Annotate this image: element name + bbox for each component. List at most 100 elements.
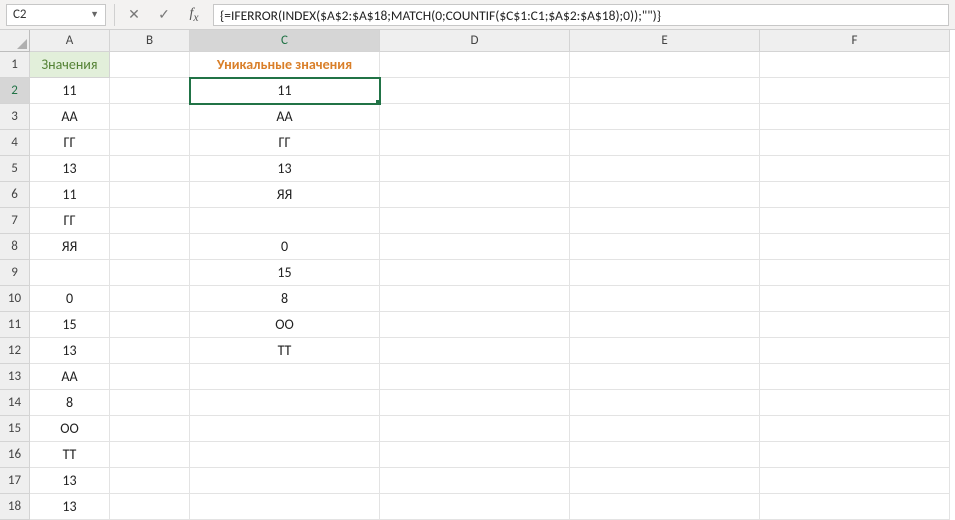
cell-D3[interactable] [380, 104, 570, 130]
cell-B6[interactable] [110, 182, 190, 208]
accept-formula-button[interactable]: ✓ [153, 4, 175, 26]
cell-D5[interactable] [380, 156, 570, 182]
cell-E2[interactable] [570, 78, 760, 104]
cell-B10[interactable] [110, 286, 190, 312]
cell-B7[interactable] [110, 208, 190, 234]
cell-C14[interactable] [190, 390, 380, 416]
cell-F1[interactable] [760, 52, 950, 78]
row-header-15[interactable]: 15 [0, 416, 30, 442]
cell-D7[interactable] [380, 208, 570, 234]
cell-D16[interactable] [380, 442, 570, 468]
cell-F12[interactable] [760, 338, 950, 364]
cell-D9[interactable] [380, 260, 570, 286]
cell-F13[interactable] [760, 364, 950, 390]
cell-C7[interactable] [190, 208, 380, 234]
cell-E1[interactable] [570, 52, 760, 78]
row-header-2[interactable]: 2 [0, 78, 30, 104]
cell-D2[interactable] [380, 78, 570, 104]
cell-B15[interactable] [110, 416, 190, 442]
row-header-5[interactable]: 5 [0, 156, 30, 182]
cell-D1[interactable] [380, 52, 570, 78]
cell-C16[interactable] [190, 442, 380, 468]
cell-E6[interactable] [570, 182, 760, 208]
cell-F10[interactable] [760, 286, 950, 312]
cell-F7[interactable] [760, 208, 950, 234]
cell-F6[interactable] [760, 182, 950, 208]
cell-A3[interactable]: АА [30, 104, 110, 130]
cell-D8[interactable] [380, 234, 570, 260]
cell-F4[interactable] [760, 130, 950, 156]
cell-C12[interactable]: ТТ [190, 338, 380, 364]
column-header-E[interactable]: E [570, 30, 760, 52]
cell-A1[interactable]: Значения [30, 52, 110, 78]
cell-C6[interactable]: ЯЯ [190, 182, 380, 208]
cell-A15[interactable]: ОО [30, 416, 110, 442]
cell-E4[interactable] [570, 130, 760, 156]
cell-D13[interactable] [380, 364, 570, 390]
cell-B3[interactable] [110, 104, 190, 130]
fx-button[interactable]: fx [183, 4, 205, 26]
cell-A8[interactable]: ЯЯ [30, 234, 110, 260]
cell-A9[interactable] [30, 260, 110, 286]
row-header-14[interactable]: 14 [0, 390, 30, 416]
column-header-C[interactable]: C [190, 30, 380, 52]
cell-F9[interactable] [760, 260, 950, 286]
chevron-down-icon[interactable]: ▼ [90, 9, 99, 20]
cell-E9[interactable] [570, 260, 760, 286]
cell-C18[interactable] [190, 494, 380, 520]
cell-A2[interactable]: 11 [30, 78, 110, 104]
row-header-6[interactable]: 6 [0, 182, 30, 208]
cell-F11[interactable] [760, 312, 950, 338]
cancel-formula-button[interactable]: ✕ [123, 4, 145, 26]
cell-E10[interactable] [570, 286, 760, 312]
row-header-16[interactable]: 16 [0, 442, 30, 468]
cell-A13[interactable]: АА [30, 364, 110, 390]
row-header-7[interactable]: 7 [0, 208, 30, 234]
cell-B5[interactable] [110, 156, 190, 182]
cell-E11[interactable] [570, 312, 760, 338]
row-header-1[interactable]: 1 [0, 52, 30, 78]
cell-A11[interactable]: 15 [30, 312, 110, 338]
row-header-12[interactable]: 12 [0, 338, 30, 364]
cell-C10[interactable]: 8 [190, 286, 380, 312]
cell-A17[interactable]: 13 [30, 468, 110, 494]
cell-C17[interactable] [190, 468, 380, 494]
column-header-B[interactable]: B [110, 30, 190, 52]
cell-F14[interactable] [760, 390, 950, 416]
cell-A10[interactable]: 0 [30, 286, 110, 312]
cell-F8[interactable] [760, 234, 950, 260]
cell-F16[interactable] [760, 442, 950, 468]
cell-B12[interactable] [110, 338, 190, 364]
cell-D14[interactable] [380, 390, 570, 416]
spreadsheet-grid[interactable]: ABCDEF1ЗначенияУникальные значения211113… [0, 30, 955, 520]
cell-E13[interactable] [570, 364, 760, 390]
cell-D6[interactable] [380, 182, 570, 208]
row-header-9[interactable]: 9 [0, 260, 30, 286]
cell-B13[interactable] [110, 364, 190, 390]
cell-E16[interactable] [570, 442, 760, 468]
cell-D10[interactable] [380, 286, 570, 312]
cell-E7[interactable] [570, 208, 760, 234]
cell-C13[interactable] [190, 364, 380, 390]
cell-C2[interactable]: 11 [190, 78, 380, 104]
cell-C5[interactable]: 13 [190, 156, 380, 182]
cell-F2[interactable] [760, 78, 950, 104]
column-header-F[interactable]: F [760, 30, 950, 52]
cell-B17[interactable] [110, 468, 190, 494]
cell-B4[interactable] [110, 130, 190, 156]
cell-B8[interactable] [110, 234, 190, 260]
cell-A6[interactable]: 11 [30, 182, 110, 208]
cell-A16[interactable]: ТТ [30, 442, 110, 468]
cell-C15[interactable] [190, 416, 380, 442]
cell-B11[interactable] [110, 312, 190, 338]
cell-C3[interactable]: АА [190, 104, 380, 130]
cell-E5[interactable] [570, 156, 760, 182]
cell-E12[interactable] [570, 338, 760, 364]
row-header-17[interactable]: 17 [0, 468, 30, 494]
select-all-corner[interactable] [0, 30, 30, 52]
cell-A14[interactable]: 8 [30, 390, 110, 416]
cell-B16[interactable] [110, 442, 190, 468]
cell-B1[interactable] [110, 52, 190, 78]
cell-F3[interactable] [760, 104, 950, 130]
cell-E15[interactable] [570, 416, 760, 442]
